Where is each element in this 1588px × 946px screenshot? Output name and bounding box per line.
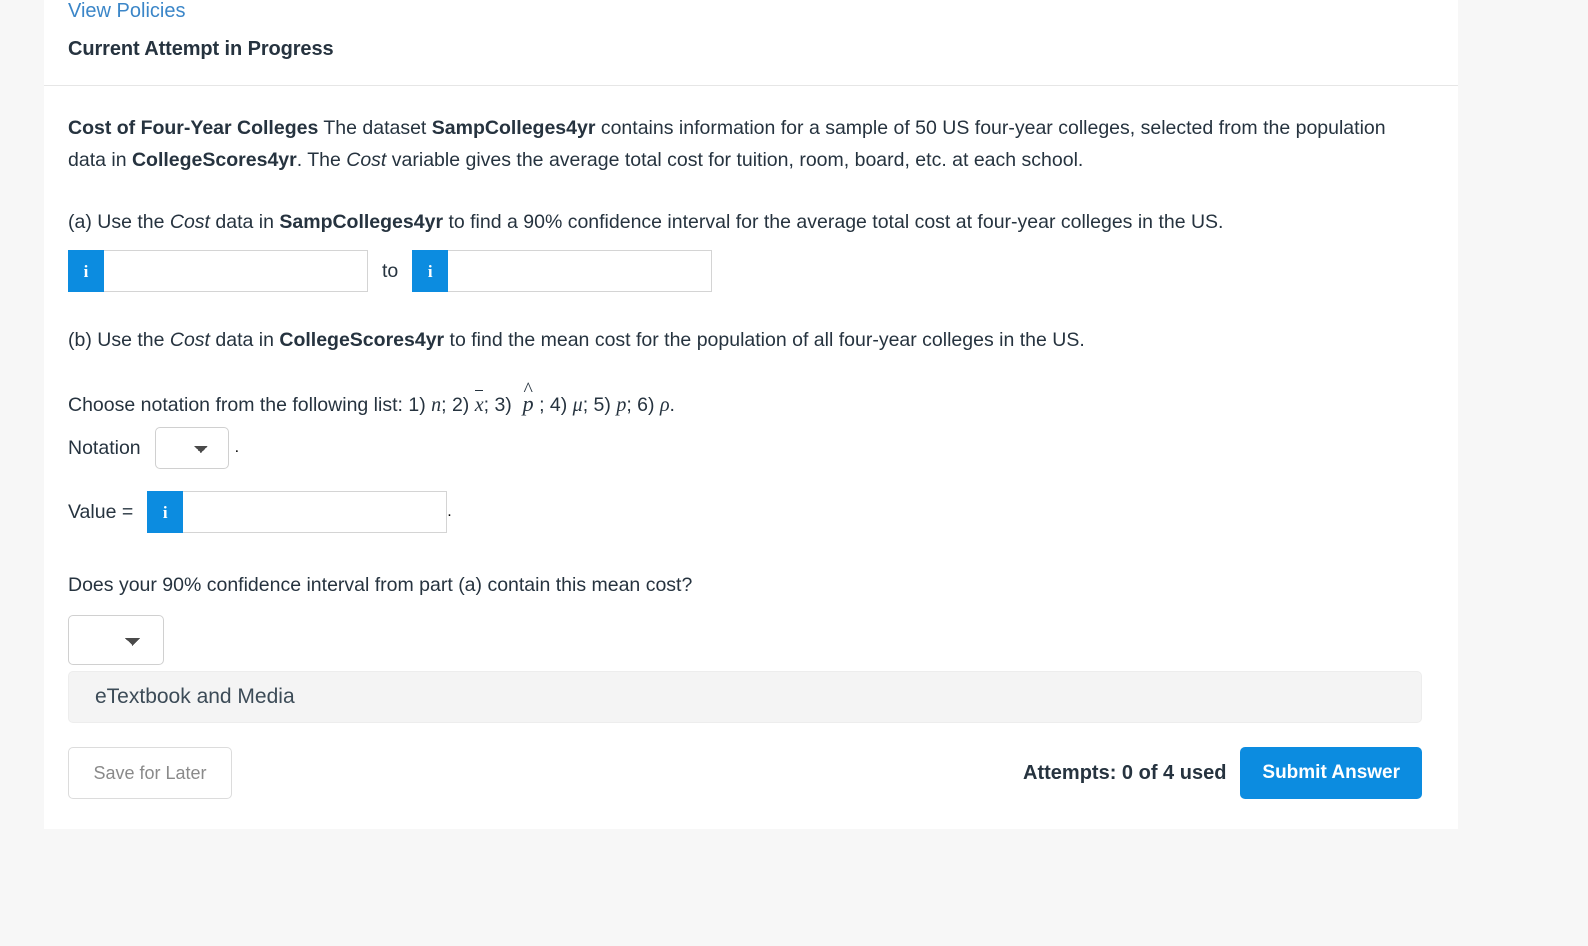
question-title: Cost of Four-Year Colleges — [68, 117, 319, 139]
dataset-sample-name: SampColleges4yr — [431, 117, 596, 139]
value-answer-row: Value = i . — [68, 491, 1434, 533]
attempts-counter: Attempts: 0 of 4 used — [1023, 761, 1227, 784]
info-icon[interactable]: i — [147, 491, 184, 533]
part-b-paragraph: (b) Use the Cost data in CollegeScores4y… — [68, 324, 1428, 356]
notation-label: Notation — [68, 436, 141, 459]
footer-row: Save for Later Attempts: 0 of 4 used Sub… — [68, 747, 1422, 799]
part-b-dataset: CollegeScores4yr — [279, 329, 445, 351]
notation-symbol-xbar: x — [474, 389, 484, 421]
part-a-paragraph: (a) Use the Cost data in SampColleges4yr… — [68, 206, 1428, 238]
notation-sep-2: ; 3) — [483, 394, 512, 416]
notation-symbol-phat: p — [523, 388, 534, 420]
etextbook-and-media-bar[interactable]: eTextbook and Media — [68, 671, 1422, 723]
view-policies-link[interactable]: View Policies — [68, 0, 1434, 24]
part-a-text-3: to find a 90% confidence interval for th… — [443, 211, 1224, 233]
part-a-text-1: (a) Use the — [68, 211, 170, 233]
value-label: Value = — [68, 500, 134, 523]
value-input[interactable] — [183, 491, 448, 533]
contains-select[interactable]: YesNo — [68, 615, 164, 665]
notation-end-period: . — [669, 394, 675, 416]
card-header: View Policies Current Attempt in Progres… — [44, 0, 1458, 85]
part-b-variable: Cost — [169, 329, 210, 351]
interval-lower-input[interactable] — [104, 250, 368, 292]
contains-question-text: Does your 90% confidence interval from p… — [68, 574, 693, 596]
variable-name: Cost — [346, 149, 387, 171]
part-b-text-2: data in — [209, 329, 280, 351]
interval-upper-group: i — [412, 250, 713, 292]
notation-symbol-mu: μ — [572, 394, 583, 416]
interval-to-label: to — [382, 259, 399, 282]
value-input-group: i — [147, 491, 448, 533]
notation-select-row: Notation nx̄p̂μpρ . — [68, 427, 1434, 469]
notation-symbol-p: p — [616, 394, 627, 416]
value-period: . — [447, 503, 452, 520]
notation-sep-3: ; 4) — [533, 394, 568, 416]
page-root: View Policies Current Attempt in Progres… — [0, 0, 1588, 946]
save-for-later-button[interactable]: Save for Later — [68, 747, 232, 799]
interval-answer-row: i to i — [68, 250, 1434, 292]
choose-notation-lead: Choose notation from the following list: — [68, 394, 409, 416]
info-icon[interactable]: i — [412, 250, 449, 292]
notation-sep-4: ; 5) — [582, 394, 611, 416]
footer-right-group: Attempts: 0 of 4 used Submit Answer — [1023, 747, 1422, 799]
notation-symbol-n: n — [431, 394, 442, 416]
part-a-variable: Cost — [169, 211, 210, 233]
card-body: Cost of Four-Year Colleges The dataset S… — [44, 86, 1458, 829]
notation-item-1: 1) — [408, 394, 426, 416]
part-a-text-2: data in — [209, 211, 280, 233]
current-attempt-title: Current Attempt in Progress — [68, 38, 334, 60]
choose-notation-paragraph: Choose notation from the following list:… — [68, 388, 1428, 421]
interval-upper-input[interactable] — [448, 250, 713, 292]
info-icon[interactable]: i — [68, 250, 104, 292]
intro-text-1: The dataset — [318, 117, 432, 139]
intro-text-3: . The — [296, 149, 347, 171]
notation-period: . — [234, 439, 240, 456]
submit-answer-button[interactable]: Submit Answer — [1240, 747, 1422, 799]
notation-sep-1: ; 2) — [441, 394, 470, 416]
question-intro-paragraph: Cost of Four-Year Colleges The dataset S… — [68, 112, 1428, 176]
part-a-dataset: SampColleges4yr — [279, 211, 444, 233]
notation-select[interactable]: nx̄p̂μpρ — [154, 427, 229, 469]
part-b-text-1: (b) Use the — [68, 329, 170, 351]
etextbook-label: eTextbook and Media — [95, 685, 295, 708]
dataset-population-name: CollegeScores4yr — [131, 149, 297, 171]
notation-symbol-rho: ρ — [659, 394, 670, 416]
part-b-text-3: to find the mean cost for the population… — [444, 329, 1085, 351]
interval-lower-group: i — [68, 250, 368, 292]
notation-sep-5: ; 6) — [626, 394, 655, 416]
intro-text-4: variable gives the average total cost fo… — [386, 149, 1084, 171]
assignment-card: View Policies Current Attempt in Progres… — [44, 0, 1458, 829]
